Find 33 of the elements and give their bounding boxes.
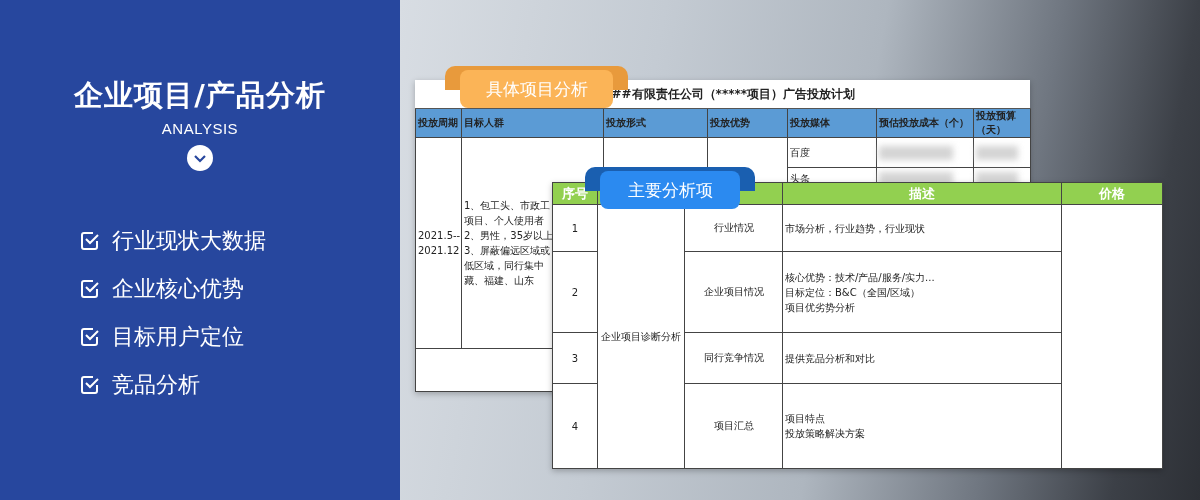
column-header: 价格 — [1061, 182, 1163, 205]
column-header: 目标人群 — [461, 108, 604, 138]
feature-text: 竞品分析 — [112, 371, 200, 398]
table-cell: 同行竞争情况 — [684, 332, 783, 384]
column-header: 投放媒体 — [787, 108, 877, 138]
checkbox-tick-icon — [80, 230, 100, 251]
table-cell: 项目汇总 — [684, 383, 783, 469]
checkbox-tick-icon — [80, 374, 100, 395]
table-cell: 百度 — [787, 137, 877, 168]
column-header: 投放优势 — [707, 108, 788, 138]
blurred-text — [976, 145, 1018, 160]
column-header: 投放形式 — [603, 108, 708, 138]
table-cell: 企业项目情况 — [684, 251, 783, 333]
table-cell: 2 — [552, 251, 598, 333]
ribbon-label: 主要分析项 — [600, 171, 740, 209]
table-cell: 1 — [552, 204, 598, 252]
table-cell: 4 — [552, 383, 598, 469]
checkbox-tick-icon — [80, 278, 100, 299]
ribbon-label: 具体项目分析 — [460, 70, 613, 108]
table-cell: 市场分析，行业趋势，行业现状 — [782, 204, 1062, 252]
feature-text: 目标用户定位 — [112, 323, 244, 350]
banner-title: 企业项目/产品分析 — [74, 77, 326, 114]
column-header: 投放周期 — [415, 108, 462, 138]
table-cell: 2021.5-- 2021.12 — [415, 137, 462, 349]
feature-text: 行业现状大数据 — [112, 227, 266, 254]
feature-text: 企业核心优势 — [112, 275, 244, 302]
table-cell: 3 — [552, 332, 598, 384]
banner-subtitle: ANALYSIS — [161, 120, 239, 137]
column-header: 描述 — [782, 182, 1062, 205]
column-header: 预估投放成本（个） — [876, 108, 974, 138]
column-header: 投放预算（天） — [973, 108, 1031, 138]
checkbox-tick-icon — [80, 326, 100, 347]
chevron-down-icon[interactable] — [187, 145, 213, 171]
